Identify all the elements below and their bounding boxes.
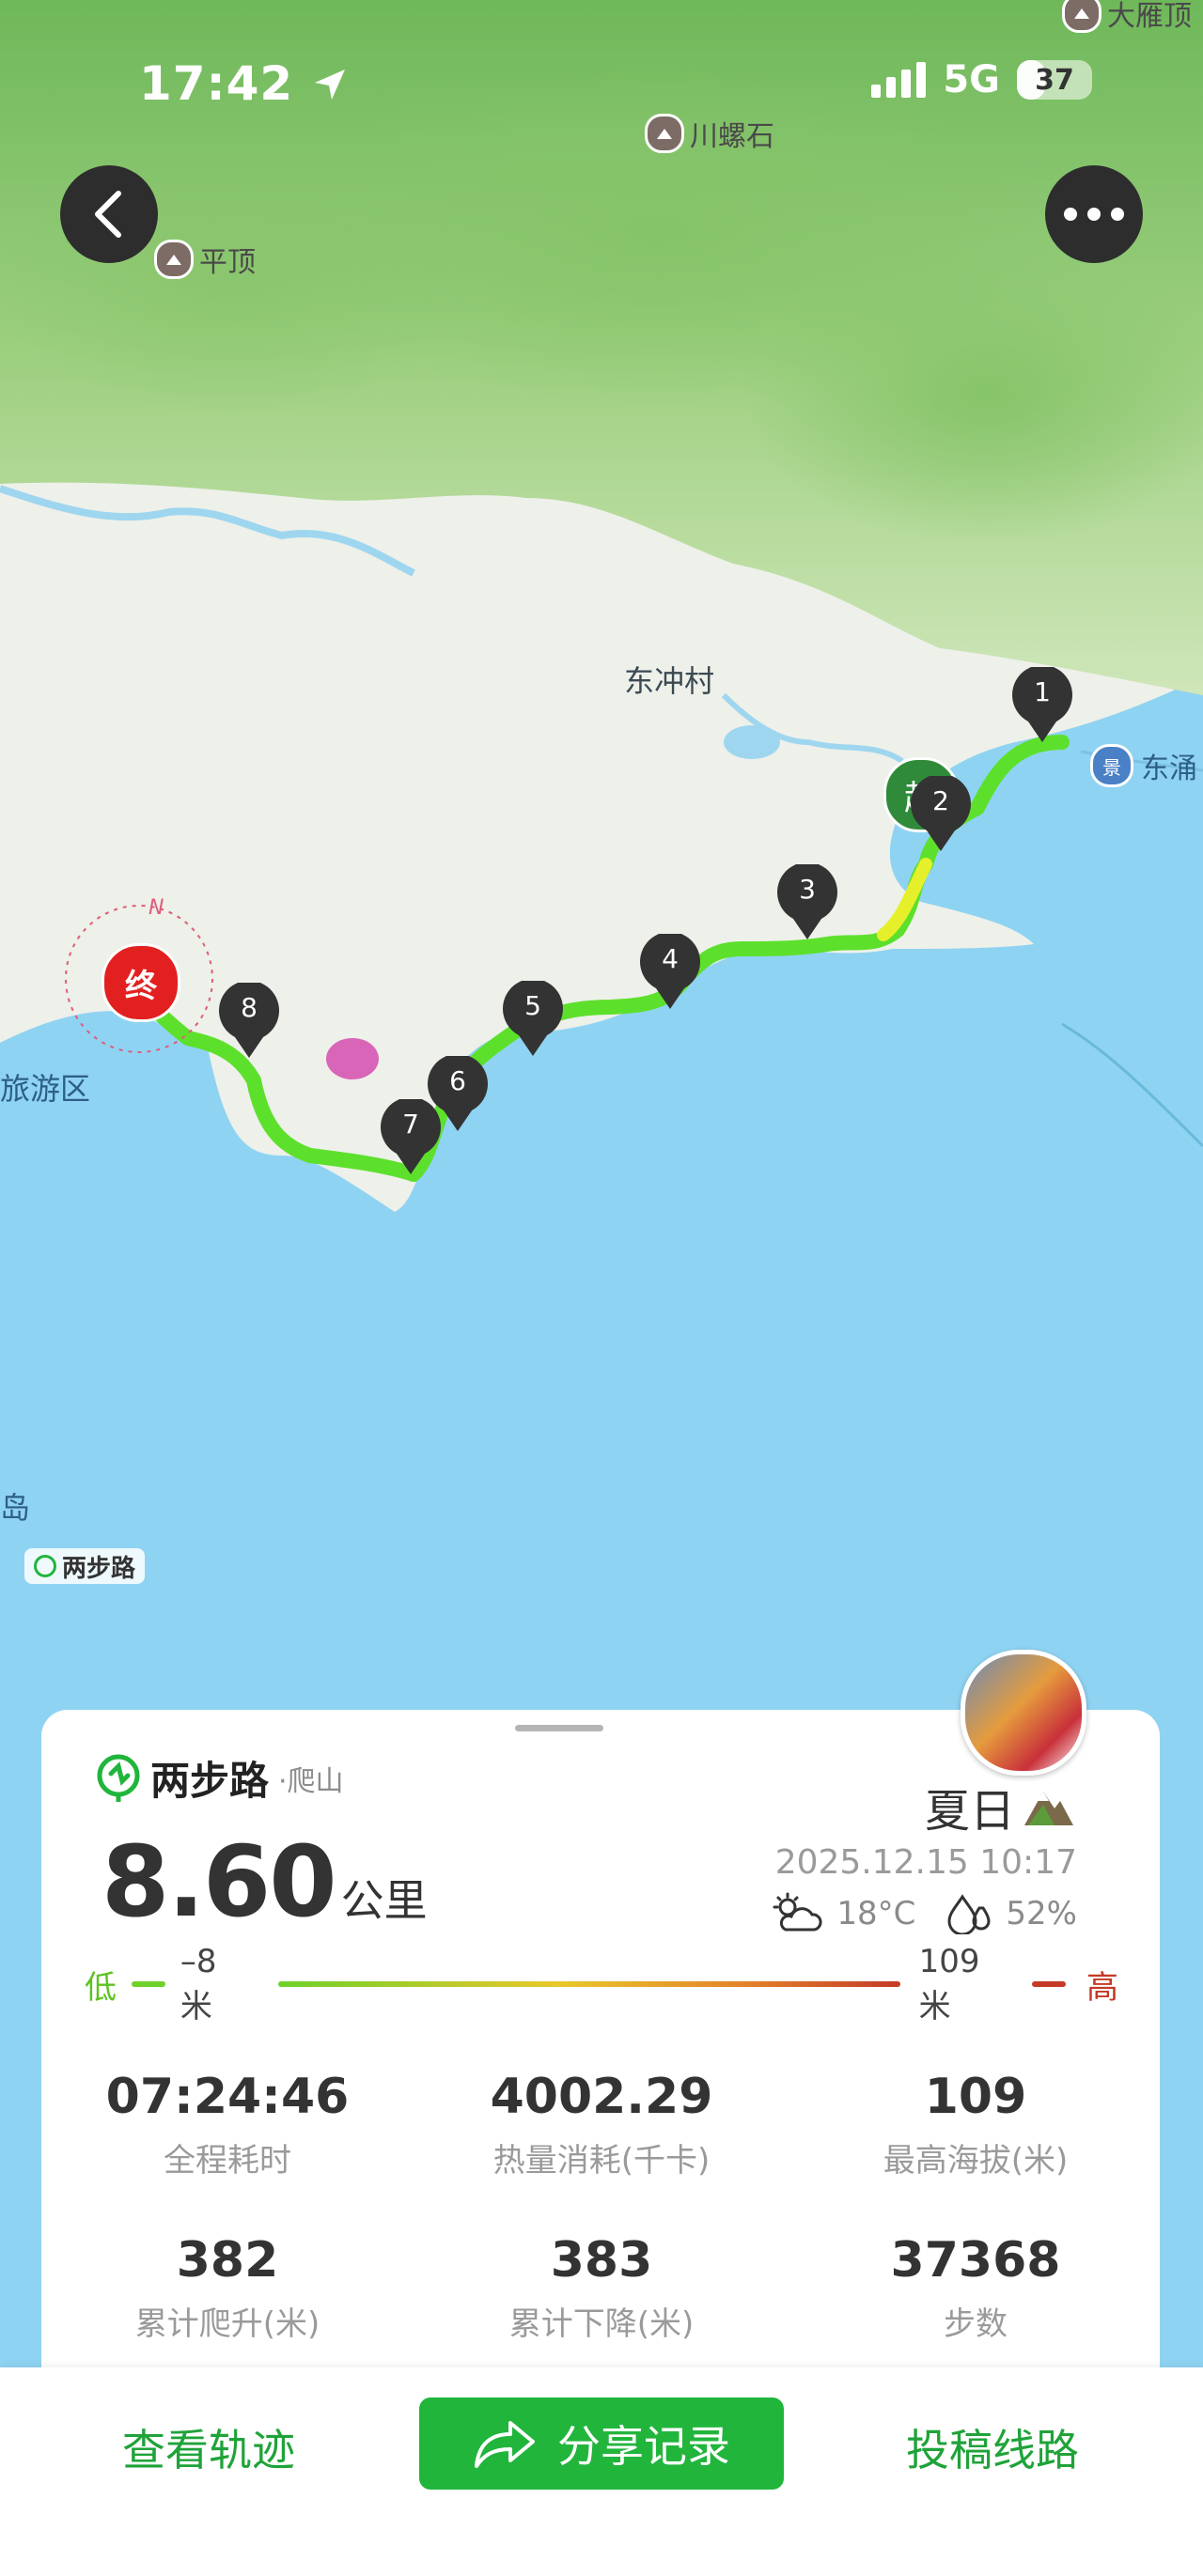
elevation-high-label: 高: [1086, 1968, 1118, 2007]
km-marker-7[interactable]: 7: [378, 1096, 444, 1176]
stat-steps: 37368 步数: [890, 2232, 1061, 2343]
two-steps-logo-icon: [97, 1754, 140, 1802]
map-watermark: 两步路: [24, 1548, 146, 1584]
scenic-icon: 景: [1090, 744, 1133, 787]
mountain-icon: [1062, 0, 1101, 33]
signal-icon: [871, 62, 927, 98]
weather-icon: [773, 1892, 822, 1932]
distance: 8.60 公里: [102, 1824, 428, 1939]
distance-value: 8.60: [102, 1824, 337, 1939]
elevation-gradient: [278, 1981, 900, 1987]
elevation-low-value: –8米: [180, 1942, 217, 2025]
stat-total-descent: 383 累计下降(米): [508, 2232, 695, 2343]
drag-handle[interactable]: [515, 1725, 603, 1731]
elevation-legend: 低 –8米 109米 高: [85, 1943, 1118, 2025]
back-button[interactable]: [60, 165, 158, 263]
avatar[interactable]: [961, 1650, 1086, 1776]
km-marker-8[interactable]: 8: [216, 980, 282, 1060]
mountain-emoji-icon: [1024, 1792, 1073, 1825]
high-swatch: [1032, 1981, 1066, 1987]
distance-unit: 公里: [340, 1875, 428, 1926]
poi-chuanluoshi[interactable]: 川螺石: [645, 113, 774, 154]
elevation-high-value: 109米: [918, 1942, 980, 2025]
stat-total-ascent: 382 累计爬升(米): [134, 2232, 320, 2343]
poi-pingding[interactable]: 平顶: [154, 239, 256, 280]
place-dongyong[interactable]: 景 东涌: [1090, 744, 1197, 787]
more-button[interactable]: [1045, 165, 1143, 263]
stat-calories: 4002.29 热量消耗(千卡): [490, 2069, 713, 2180]
poi-dayanding[interactable]: 大雁顶: [1062, 0, 1192, 34]
brand-logo: 两步路 ·爬山: [96, 1749, 344, 1807]
status-time: 17:42: [139, 56, 349, 111]
status-indicators: 5G 37: [871, 58, 1092, 101]
brand-name: 两步路: [150, 1758, 270, 1804]
temperature: 18°C: [836, 1895, 916, 1932]
network-type: 5G: [943, 58, 1000, 101]
km-marker-5[interactable]: 5: [500, 978, 566, 1058]
km-marker-3[interactable]: 3: [774, 861, 840, 941]
place-dongchong: 东冲村: [624, 663, 715, 699]
humidity-icon: [947, 1894, 991, 1934]
low-swatch: [132, 1981, 165, 1987]
logo-icon: [34, 1555, 56, 1577]
km-marker-2[interactable]: 2: [908, 773, 974, 853]
location-arrow-icon: [314, 70, 345, 100]
weather-info: 18°C 52%: [771, 1892, 1077, 1935]
place-tourism: 旅游区: [0, 1071, 91, 1107]
back-arrow-icon: [95, 191, 121, 238]
stat-duration: 07:24:46 全程耗时: [105, 2069, 350, 2180]
compass-label: N: [148, 896, 164, 920]
km-marker-4[interactable]: 4: [637, 931, 703, 1011]
share-icon: [475, 2421, 535, 2468]
poi-label: 平顶: [199, 246, 256, 279]
place-island: 岛: [0, 1490, 31, 1526]
view-track-button[interactable]: 查看轨迹: [122, 2416, 295, 2478]
km-marker-1[interactable]: 1: [1009, 664, 1075, 744]
activity-type: ·爬山: [278, 1764, 344, 1798]
poi-label: 大雁顶: [1107, 0, 1192, 33]
more-icon: [1064, 208, 1124, 221]
poi-label: 川螺石: [690, 120, 774, 153]
username[interactable]: 夏日: [925, 1774, 1075, 1839]
elevation-low-label: 低: [85, 1968, 117, 2007]
mountain-icon: [645, 114, 684, 153]
humidity: 52%: [1006, 1895, 1077, 1932]
end-marker[interactable]: 终: [102, 943, 180, 1022]
submit-route-button[interactable]: 投稿线路: [906, 2416, 1079, 2478]
battery-icon: 37: [1017, 60, 1092, 100]
record-datetime: 2025.12.15 10:17: [774, 1843, 1077, 1882]
mountain-icon: [154, 240, 194, 279]
stat-max-altitude: 109 最高海拔(米): [883, 2069, 1069, 2180]
share-record-button[interactable]: 分享记录: [419, 2398, 784, 2490]
